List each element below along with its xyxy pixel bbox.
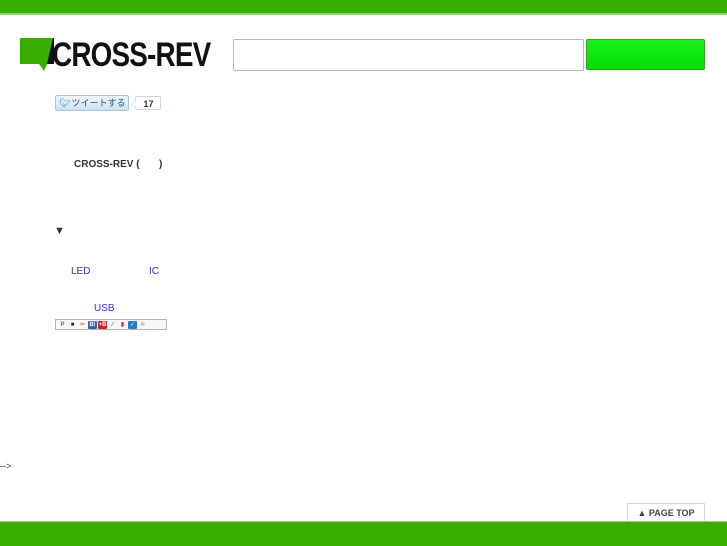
link-usb[interactable]: USB bbox=[94, 303, 115, 314]
tweet-widget: 🐦︎ ツイートする 17 bbox=[55, 95, 162, 111]
speech-bubble-logo-icon bbox=[20, 38, 54, 72]
livedoor-clip-icon[interactable]: ✂ bbox=[78, 320, 87, 329]
bookmark-red-icon[interactable]: ▮ bbox=[118, 320, 127, 329]
buzzurl-icon[interactable]: +B bbox=[98, 320, 107, 329]
check-icon[interactable]: ✓ bbox=[128, 320, 137, 329]
top-bar bbox=[0, 0, 727, 15]
site-title-line: CROSS-REV ( ) bbox=[74, 159, 163, 170]
html-comment-residue: --> bbox=[0, 461, 12, 471]
pinboard-icon[interactable]: P bbox=[58, 320, 67, 329]
search-input[interactable] bbox=[233, 39, 584, 71]
tweet-button[interactable]: 🐦︎ ツイートする bbox=[55, 95, 130, 111]
gear-icon[interactable]: ✲ bbox=[138, 320, 147, 329]
search-button[interactable] bbox=[586, 39, 705, 70]
hatena-bookmark-icon[interactable]: B! bbox=[88, 320, 97, 329]
link-led[interactable]: LED bbox=[71, 266, 90, 277]
logo-text: CROSS-REV bbox=[52, 36, 211, 74]
clip-icon[interactable]: ∕ bbox=[108, 320, 117, 329]
social-bookmark-bar: P ■ ✂ B! +B ∕ ▮ ✓ ✲ bbox=[55, 319, 167, 330]
delicious-icon[interactable]: ■ bbox=[68, 320, 77, 329]
section-triangle-icon: ▼ bbox=[54, 225, 65, 237]
footer bbox=[0, 521, 727, 546]
link-ic[interactable]: IC bbox=[149, 266, 159, 277]
twitter-bird-icon: 🐦︎ bbox=[59, 98, 71, 108]
tweet-count[interactable]: 17 bbox=[131, 96, 162, 110]
site-logo[interactable]: CROSS-REV bbox=[20, 38, 245, 72]
page-top-button[interactable]: ▲ PAGE TOP bbox=[627, 503, 705, 521]
tweet-button-label: ツイートする bbox=[71, 98, 126, 108]
